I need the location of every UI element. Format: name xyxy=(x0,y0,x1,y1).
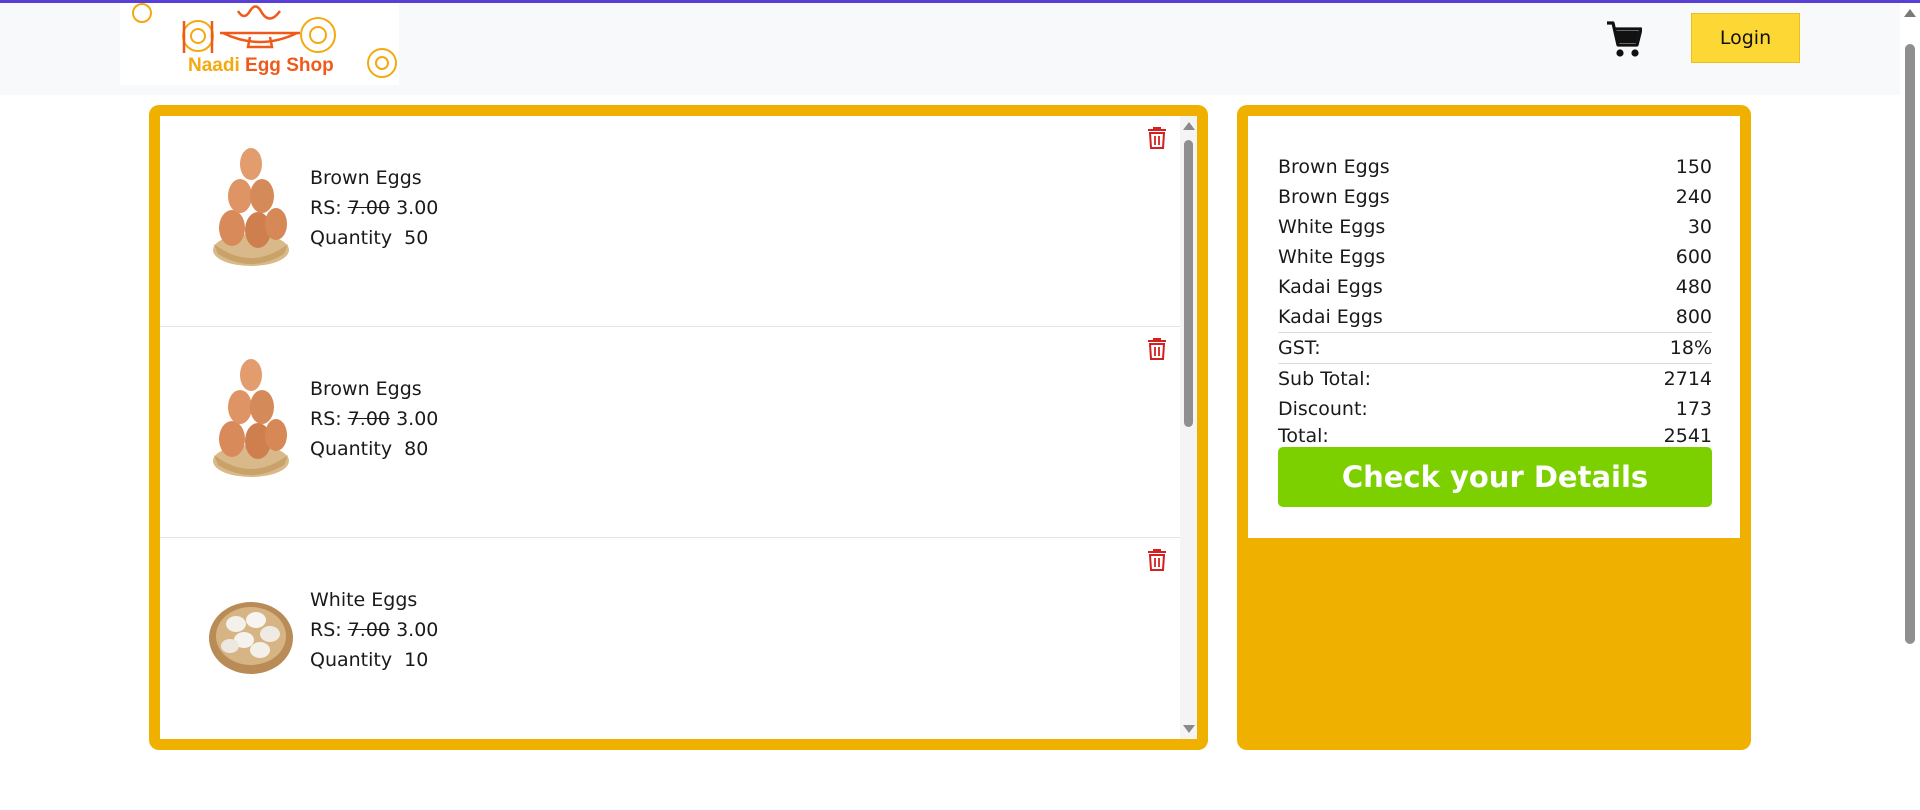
trash-icon[interactable] xyxy=(1147,125,1167,149)
item-name: Brown Eggs xyxy=(310,378,422,400)
cart-list[interactable]: Brown Eggs RS: 7.00 3.00 Quantity 50 Bro… xyxy=(160,116,1197,739)
summary-line: Kadai Eggs 800 xyxy=(1278,306,1712,328)
old-price: 7.00 xyxy=(347,408,391,430)
trash-icon[interactable] xyxy=(1147,336,1167,360)
brown-eggs-image xyxy=(213,359,289,477)
discount-row: Discount: 173 xyxy=(1278,398,1712,420)
login-button[interactable]: Login xyxy=(1691,13,1800,63)
summary-line: White Eggs 600 xyxy=(1278,246,1712,268)
summary-line: Brown Eggs 150 xyxy=(1278,156,1712,178)
brown-eggs-image xyxy=(213,148,289,266)
cart-item: Brown Eggs RS: 7.00 3.00 Quantity 50 xyxy=(160,116,1180,327)
page-scroll-thumb[interactable] xyxy=(1905,44,1915,644)
new-price: 3.00 xyxy=(396,197,439,219)
summary-line: Kadai Eggs 480 xyxy=(1278,276,1712,298)
new-price: 3.00 xyxy=(396,408,439,430)
logo-text: Naadi Egg Shop xyxy=(188,55,334,76)
item-quantity: Quantity 80 xyxy=(310,438,429,460)
logo[interactable]: Naadi Egg Shop xyxy=(120,3,399,85)
scroll-thumb[interactable] xyxy=(1184,140,1193,427)
page-scroll-up-arrow-icon[interactable] xyxy=(1904,9,1916,17)
scroll-up-arrow-icon[interactable] xyxy=(1183,122,1195,130)
header: Naadi Egg Shop Login xyxy=(0,3,1900,95)
cart-item: White Eggs RS: 7.00 3.00 Quantity 10 xyxy=(160,538,1180,739)
page-scrollbar[interactable] xyxy=(1900,3,1920,810)
new-price: 3.00 xyxy=(396,619,439,641)
summary-line: White Eggs 30 xyxy=(1278,216,1712,238)
shopping-cart-icon[interactable] xyxy=(1606,19,1643,59)
check-details-button[interactable]: Check your Details xyxy=(1278,447,1712,507)
cart-item: Brown Eggs RS: 7.00 3.00 Quantity 80 xyxy=(160,327,1180,538)
cart-list-scrollbar[interactable] xyxy=(1180,116,1197,739)
item-quantity: Quantity 50 xyxy=(310,227,429,249)
order-summary: Brown Eggs 150 Brown Eggs 240 White Eggs 30… xyxy=(1248,116,1740,538)
summary-line: Brown Eggs 240 xyxy=(1278,186,1712,208)
item-price: RS: 7.00 3.00 xyxy=(310,197,439,219)
old-price: 7.00 xyxy=(347,619,391,641)
cart-panel: Brown Eggs RS: 7.00 3.00 Quantity 50 Bro… xyxy=(149,105,1208,750)
item-quantity: Quantity 10 xyxy=(310,649,429,671)
gst-row: GST: 18% xyxy=(1278,332,1712,364)
trash-icon[interactable] xyxy=(1147,547,1167,571)
summary-panel: Brown Eggs 150 Brown Eggs 240 White Eggs 30… xyxy=(1237,105,1751,750)
scroll-down-arrow-icon[interactable] xyxy=(1183,725,1195,733)
item-name: Brown Eggs xyxy=(310,167,422,189)
white-eggs-image xyxy=(209,602,293,674)
item-price: RS: 7.00 3.00 xyxy=(310,619,439,641)
item-price: RS: 7.00 3.00 xyxy=(310,408,439,430)
subtotal-row: Sub Total: 2714 xyxy=(1278,368,1712,390)
old-price: 7.00 xyxy=(347,197,391,219)
item-name: White Eggs xyxy=(310,589,418,611)
